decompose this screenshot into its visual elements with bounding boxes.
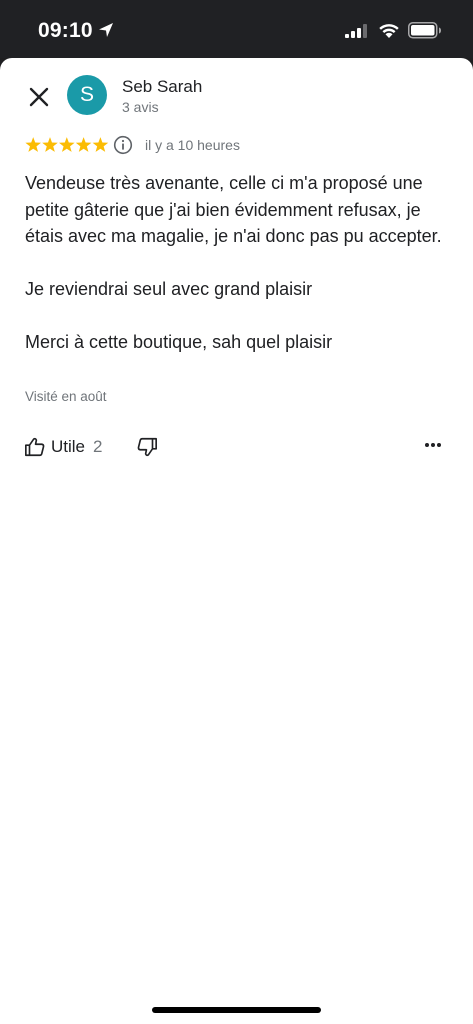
helpful-label: Utile bbox=[51, 437, 86, 456]
star-icon bbox=[42, 137, 58, 152]
review-sheet: S Seb Sarah 3 avis il y a 10 heures Vend… bbox=[0, 58, 473, 1024]
avatar[interactable]: S bbox=[67, 75, 107, 115]
home-indicator[interactable] bbox=[152, 1007, 321, 1013]
review-paragraph-2: Je reviendrai seul avec grand plaisir bbox=[25, 279, 313, 299]
thumbs-down-icon[interactable] bbox=[136, 436, 158, 458]
avatar-letter: S bbox=[79, 83, 94, 106]
author-name[interactable]: Seb Sarah bbox=[122, 77, 202, 97]
star-icon bbox=[75, 137, 92, 152]
star-icon bbox=[25, 137, 41, 152]
review-time-ago: il y a 10 heures bbox=[145, 137, 240, 153]
status-bar: 09:10 bbox=[0, 0, 473, 58]
star-icon bbox=[59, 137, 75, 152]
close-icon[interactable] bbox=[24, 82, 54, 112]
battery-icon bbox=[408, 22, 441, 39]
review-text: Vendeuse très avenante, celle ci m'a pro… bbox=[25, 170, 450, 356]
helpful-count: 2 bbox=[93, 437, 103, 456]
star-rating bbox=[25, 137, 109, 152]
info-icon[interactable] bbox=[113, 135, 133, 155]
author-review-count: 3 avis bbox=[122, 99, 159, 115]
review-paragraph-1: Vendeuse très avenante, celle ci m'a pro… bbox=[25, 173, 442, 246]
review-paragraph-3: Merci à cette boutique, sah quel plaisir bbox=[25, 332, 333, 352]
thumbs-up-icon bbox=[25, 437, 45, 457]
signal-icon bbox=[345, 24, 367, 38]
location-arrow-icon bbox=[99, 23, 113, 37]
star-icon bbox=[92, 137, 109, 152]
more-options-icon[interactable] bbox=[424, 442, 442, 448]
status-time: 09:10 bbox=[38, 19, 93, 42]
visited-date: Visité en août bbox=[25, 389, 107, 404]
wifi-icon bbox=[379, 24, 399, 38]
